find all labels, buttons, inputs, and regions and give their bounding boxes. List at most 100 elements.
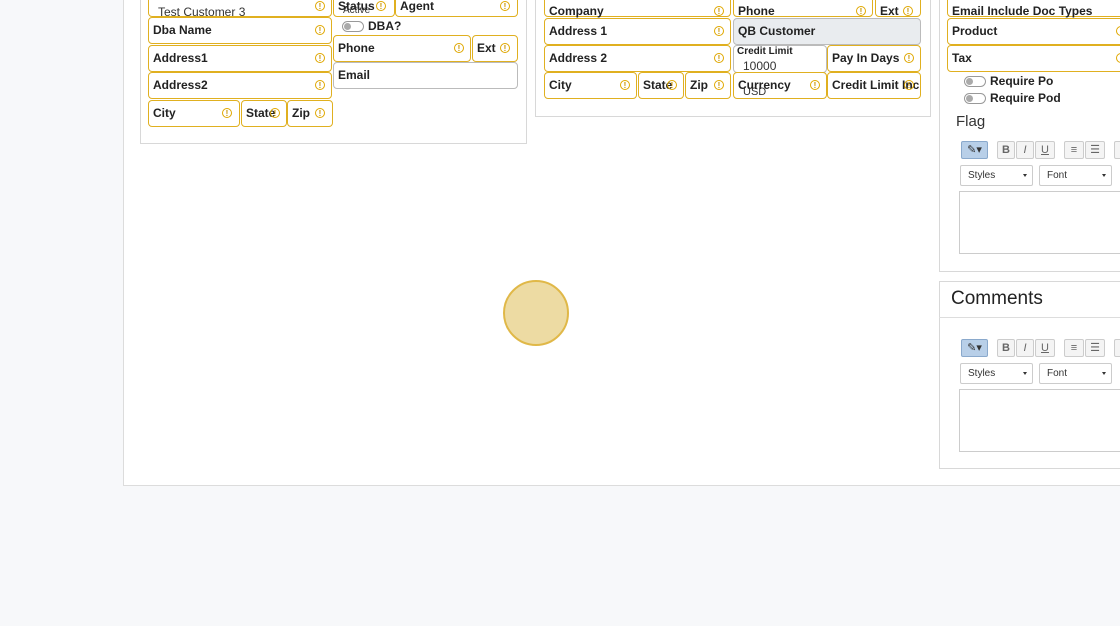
styles-dropdown[interactable]: Styles xyxy=(960,363,1033,384)
bold-button[interactable]: B xyxy=(997,339,1015,357)
require-po-toggle[interactable] xyxy=(964,76,986,87)
styles-dropdown-label: Styles xyxy=(968,368,996,379)
comments-title: Comments xyxy=(951,288,1043,309)
customer-name-field[interactable]: Test Customer 3 ! xyxy=(148,0,332,19)
ordered-list-icon[interactable]: ≡ xyxy=(1064,339,1084,357)
warning-icon: ! xyxy=(500,1,510,11)
warning-icon: ! xyxy=(904,53,914,63)
email-doc-types-label: Email Include Doc Types xyxy=(952,4,1093,18)
warning-icon: ! xyxy=(454,43,464,53)
text-color-button[interactable]: ✎▾ xyxy=(961,141,988,159)
email-field[interactable]: Email xyxy=(333,62,518,89)
company-address2-label: Address 2 xyxy=(549,51,608,65)
warning-icon: ! xyxy=(1116,53,1120,63)
credit-limit-field[interactable]: Credit Limit 10000 xyxy=(733,45,827,73)
italic-button[interactable]: I xyxy=(1016,339,1034,357)
currency-value: USD xyxy=(743,86,767,98)
company-ext-label: Ext xyxy=(880,4,899,18)
require-pod-toggle[interactable] xyxy=(964,93,986,104)
warning-icon: ! xyxy=(315,1,325,11)
more-button[interactable] xyxy=(1114,339,1120,357)
tax-field[interactable]: Tax ! xyxy=(947,45,1120,72)
city-label: City xyxy=(153,106,176,120)
company-address1-field[interactable]: Address 1 ! xyxy=(544,18,731,45)
product-field[interactable]: Product ! xyxy=(947,18,1120,45)
styles-dropdown-label: Styles xyxy=(968,170,996,181)
warning-icon: ! xyxy=(714,26,724,36)
credit-limit-value: 10000 xyxy=(743,59,777,73)
warning-icon: ! xyxy=(810,80,820,90)
currency-field[interactable]: Currency USD ! xyxy=(733,72,827,99)
ext-label: Ext xyxy=(477,41,496,55)
state-field[interactable]: State ! xyxy=(241,100,287,127)
company-city-label: City xyxy=(549,78,572,92)
more-button[interactable] xyxy=(1114,141,1120,159)
styles-dropdown[interactable]: Styles xyxy=(960,165,1033,186)
caret-down-icon xyxy=(1023,372,1027,375)
unordered-list-icon[interactable]: ☰ xyxy=(1085,141,1105,159)
warning-icon: ! xyxy=(620,80,630,90)
comments-editor-area[interactable] xyxy=(959,389,1120,452)
text-color-button[interactable]: ✎▾ xyxy=(961,339,988,357)
caret-down-icon xyxy=(1023,174,1027,177)
company-address2-field[interactable]: Address 2 ! xyxy=(544,45,731,72)
ext-field[interactable]: Ext ! xyxy=(472,35,518,62)
comments-header-divider xyxy=(939,317,1120,318)
warning-icon: ! xyxy=(667,80,677,90)
font-dropdown[interactable]: Font xyxy=(1039,165,1112,186)
company-city-field[interactable]: City ! xyxy=(544,72,637,99)
phone-field[interactable]: Phone ! xyxy=(333,35,471,62)
company-ext-field[interactable]: Ext ! xyxy=(875,0,921,18)
underline-button[interactable]: U xyxy=(1035,141,1055,159)
warning-icon: ! xyxy=(222,108,232,118)
warning-icon: ! xyxy=(315,80,325,90)
warning-icon: ! xyxy=(856,6,866,16)
email-label: Email xyxy=(338,68,371,82)
warning-icon: ! xyxy=(315,53,325,63)
warning-icon: ! xyxy=(270,108,280,118)
qb-customer-field[interactable]: QB Customer xyxy=(733,18,921,45)
pay-in-days-label: Pay In Days xyxy=(832,51,900,65)
company-address1-label: Address 1 xyxy=(549,24,608,38)
flag-editor-area[interactable] xyxy=(959,191,1120,254)
warning-icon: ! xyxy=(714,53,724,63)
company-zip-label: Zip xyxy=(690,78,708,92)
unordered-list-icon[interactable]: ☰ xyxy=(1085,339,1105,357)
address2-field[interactable]: Address2 ! xyxy=(148,72,332,99)
company-phone-field[interactable]: Phone ! xyxy=(733,0,873,18)
font-dropdown-label: Font xyxy=(1047,368,1068,379)
dba-toggle[interactable] xyxy=(342,21,364,32)
company-state-field[interactable]: State ! xyxy=(638,72,684,99)
dba-toggle-label: DBA? xyxy=(368,19,402,33)
agent-field[interactable]: Agent ! xyxy=(395,0,518,17)
credit-limit-inc-field[interactable]: Credit Limit Inc ! xyxy=(827,72,921,99)
address1-field[interactable]: Address1 ! xyxy=(148,45,332,72)
font-dropdown-label: Font xyxy=(1047,170,1068,181)
product-label: Product xyxy=(952,24,998,38)
company-label: Company xyxy=(549,4,604,18)
dba-name-field[interactable]: Dba Name ! xyxy=(148,17,332,44)
phone-label: Phone xyxy=(338,41,375,55)
company-field[interactable]: Company ! xyxy=(544,0,731,18)
caret-down-icon xyxy=(1102,372,1106,375)
warning-icon: ! xyxy=(714,6,724,16)
require-pod-label: Require Pod xyxy=(990,91,1061,105)
dba-name-label: Dba Name xyxy=(153,23,212,37)
bold-button[interactable]: B xyxy=(997,141,1015,159)
city-field[interactable]: City ! xyxy=(148,100,240,127)
company-zip-field[interactable]: Zip ! xyxy=(685,72,731,99)
italic-button[interactable]: I xyxy=(1016,141,1034,159)
pay-in-days-field[interactable]: Pay In Days ! xyxy=(827,45,921,72)
status-value: Active xyxy=(343,5,371,16)
warning-icon: ! xyxy=(904,80,914,90)
ordered-list-icon[interactable]: ≡ xyxy=(1064,141,1084,159)
credit-limit-label: Credit Limit xyxy=(737,46,793,57)
status-field[interactable]: Status Active ! xyxy=(333,0,395,17)
warning-icon: ! xyxy=(903,6,913,16)
font-dropdown[interactable]: Font xyxy=(1039,363,1112,384)
company-phone-label: Phone xyxy=(738,4,775,18)
underline-button[interactable]: U xyxy=(1035,339,1055,357)
require-po-label: Require Po xyxy=(990,74,1054,88)
email-doc-types-field[interactable]: Email Include Doc Types xyxy=(947,0,1120,18)
zip-field[interactable]: Zip ! xyxy=(287,100,333,127)
